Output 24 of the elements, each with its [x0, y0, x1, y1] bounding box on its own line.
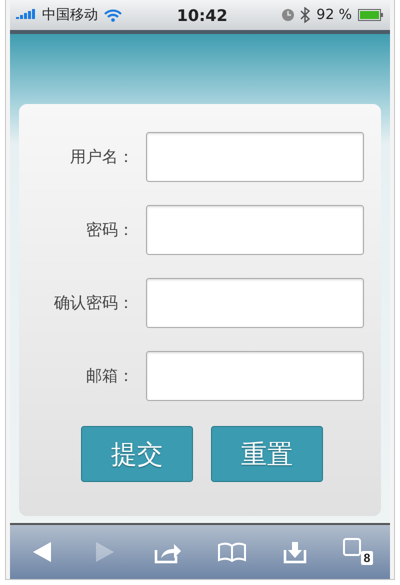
field-label: 确认密码：	[53, 292, 135, 314]
tabs-button[interactable]: 8	[338, 537, 378, 567]
signal-icon	[16, 9, 36, 21]
clock-time: 10:42	[176, 6, 229, 24]
field-label: 密码：	[85, 220, 135, 240]
wifi-icon	[104, 8, 122, 22]
back-icon	[32, 541, 52, 563]
reset-button[interactable]: 重置	[211, 426, 323, 482]
input-field[interactable]	[146, 351, 364, 401]
bluetooth-icon	[300, 7, 310, 23]
field-label: 用户名：	[69, 146, 135, 168]
battery-percent: 92 %	[316, 7, 352, 23]
input-field[interactable]	[146, 132, 364, 182]
submit-button[interactable]: 提交	[81, 426, 193, 482]
book-icon	[216, 542, 247, 562]
field-label: 邮箱：	[85, 366, 135, 386]
input-field[interactable]	[146, 278, 364, 328]
carrier-name: 中国移动	[42, 6, 98, 24]
forward-icon	[94, 541, 115, 563]
battery-icon	[358, 9, 384, 21]
input-field[interactable]	[146, 205, 364, 255]
tab-count: 8	[360, 551, 374, 565]
download-icon	[282, 540, 307, 564]
clock-icon	[282, 9, 294, 21]
